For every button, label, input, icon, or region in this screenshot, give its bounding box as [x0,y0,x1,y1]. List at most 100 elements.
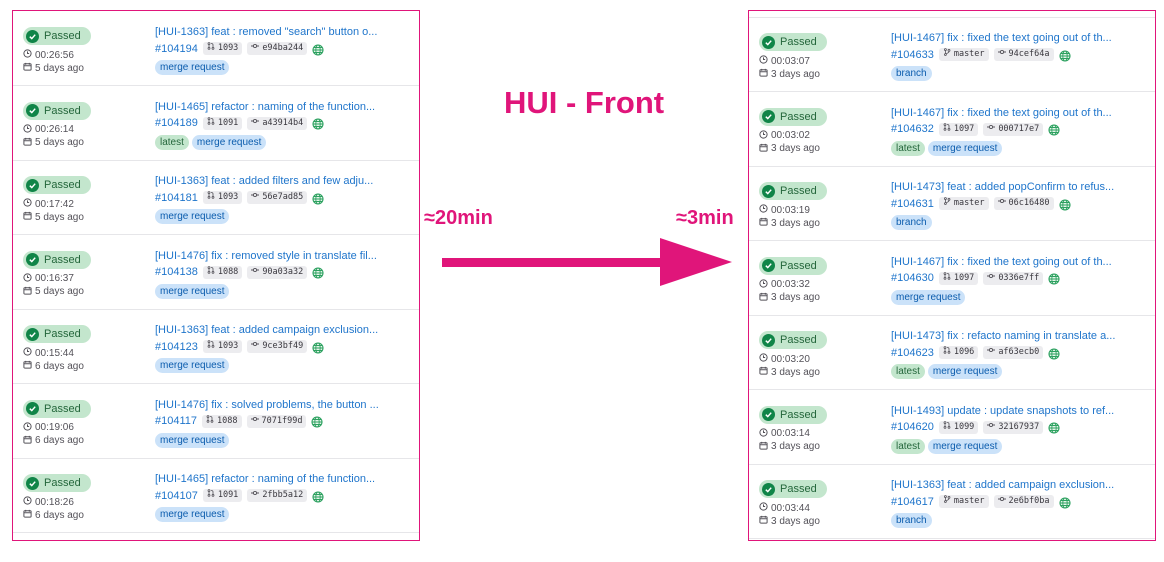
pipeline-id-link[interactable]: #104189 [155,117,198,129]
ref-chip[interactable]: 1093 [202,42,243,55]
pipeline-id-link[interactable]: #104631 [891,198,934,210]
globe-icon[interactable] [311,415,324,428]
ref-chip[interactable]: 1093 [202,191,243,204]
pipeline-info: #104107 1091 2fbb5a12 [155,489,324,503]
ref-value: 1091 [217,490,239,500]
commit-chip[interactable]: 7071f99d [246,414,307,428]
ref-chip[interactable]: master [938,48,989,61]
status-badge[interactable]: Passed [759,33,827,51]
pipeline-id-link[interactable]: #104194 [155,43,198,55]
status-badge[interactable]: Passed [759,182,827,200]
status-badge[interactable]: Passed [23,101,91,120]
status-badge[interactable]: Passed [23,176,91,194]
commit-chip[interactable]: af63ecb0 [983,346,1044,359]
pipeline-info: #104632 1097 000717e7 [891,122,1060,136]
status-label: Passed [44,179,81,191]
status-badge[interactable]: Passed [759,107,827,126]
status-badge[interactable]: Passed [759,331,827,349]
ref-value: 1088 [217,415,238,426]
status-badge[interactable]: Passed [23,27,91,45]
commit-chip[interactable]: 56e7ad85 [247,191,308,204]
ref-chip[interactable]: master [938,197,989,210]
globe-icon[interactable] [1058,49,1071,62]
commit-chip[interactable]: 94cef64a [993,48,1054,61]
duration: 00:18:26 [23,496,74,508]
pipeline-title-link[interactable]: [HUI-1363] feat : removed "search" butto… [155,26,400,38]
ref-chip[interactable]: 1099 [938,420,979,434]
ref-chip[interactable]: 1088 [202,265,243,279]
pipeline-id-link[interactable]: #104617 [891,496,934,508]
ref-chip[interactable]: 1097 [938,271,979,285]
pipeline-title-link[interactable]: [HUI-1467] fix : fixed the text going ou… [891,256,1136,268]
status-badge[interactable]: Passed [23,399,91,418]
ref-chip[interactable]: 1097 [938,122,979,136]
globe-icon[interactable] [1058,198,1071,211]
pipeline-title-link[interactable]: [HUI-1493] update : update snapshots to … [891,405,1136,417]
ref-value: 1099 [953,421,975,432]
ref-chip[interactable]: master [938,495,989,508]
duration-value: 00:03:32 [771,279,810,290]
ref-chip[interactable]: 1088 [202,414,242,428]
pipeline-tags: merge request [155,507,230,522]
created-ago: 6 days ago [23,509,84,521]
pipeline-id-link[interactable]: #104181 [155,192,198,204]
globe-icon[interactable] [312,266,324,279]
pipeline-title-link[interactable]: [HUI-1363] feat : added filters and few … [155,175,400,187]
pipeline-title-link[interactable]: [HUI-1467] fix : fixed the text going ou… [891,32,1136,44]
globe-icon[interactable] [1048,421,1060,434]
globe-icon[interactable] [312,117,324,130]
pipeline-id-link[interactable]: #104623 [891,347,934,359]
status-badge[interactable]: Passed [759,405,827,424]
globe-icon[interactable] [1048,272,1060,285]
pipeline-tags: branch [891,215,932,230]
pipeline-title-link[interactable]: [HUI-1473] fix : refacto naming in trans… [891,330,1136,342]
pipeline-title-link[interactable]: [HUI-1363] feat : added campaign exclusi… [155,324,400,336]
ref-chip[interactable]: 1096 [938,346,979,359]
status-badge[interactable]: Passed [23,250,91,269]
commit-chip[interactable]: a43914b4 [247,116,308,130]
commit-sha: 90a03a32 [262,266,304,277]
commit-chip[interactable]: 9ce3bf49 [247,340,308,353]
pipeline-title-link[interactable]: [HUI-1363] feat : added campaign exclusi… [891,479,1136,491]
commit-chip[interactable]: 2fbb5a12 [247,489,308,502]
globe-icon[interactable] [312,192,324,205]
pipeline-id-link[interactable]: #104107 [155,490,198,502]
duration: 00:03:32 [759,278,810,291]
pipeline-id-link[interactable]: #104620 [891,421,934,433]
pipeline-title-link[interactable]: [HUI-1467] fix : fixed the text going ou… [891,107,1136,119]
pipeline-id-link[interactable]: #104117 [155,415,197,427]
globe-icon[interactable] [1048,347,1060,360]
pipeline-id-link[interactable]: #104632 [891,123,934,135]
pipeline-title-link[interactable]: [HUI-1465] refactor : naming of the func… [155,101,400,113]
commit-chip[interactable]: 0336e7ff [983,271,1044,285]
commit-chip[interactable]: e94ba244 [247,42,308,55]
pipeline-id-link[interactable]: #104123 [155,341,198,353]
commit-chip[interactable]: 2e6bf0ba [993,495,1054,508]
pipeline-id-link[interactable]: #104633 [891,49,934,61]
globe-icon[interactable] [312,490,324,503]
status-badge[interactable]: Passed [759,480,827,498]
duration: 00:03:14 [759,427,810,440]
ref-chip[interactable]: 1091 [202,489,243,502]
globe-icon[interactable] [1058,496,1071,509]
pipeline-title-link[interactable]: [HUI-1473] feat : added popConfirm to re… [891,181,1136,193]
ref-chip[interactable]: 1091 [202,116,243,130]
commit-chip[interactable]: 06c16480 [993,197,1054,210]
globe-icon[interactable] [1048,123,1060,136]
pipeline-title-link[interactable]: [HUI-1476] fix : solved problems, the bu… [155,399,400,411]
pipeline-title-link[interactable]: [HUI-1465] refactor : naming of the func… [155,473,400,485]
status-badge[interactable]: Passed [23,474,91,492]
commit-chip[interactable]: 000717e7 [983,122,1044,136]
commit-chip[interactable]: 90a03a32 [247,265,308,279]
pipeline-id-link[interactable]: #104138 [155,266,198,278]
globe-icon[interactable] [312,43,324,56]
status-badge[interactable]: Passed [23,325,91,343]
globe-icon[interactable] [312,341,324,354]
pipeline-id-link[interactable]: #104630 [891,272,934,284]
commit-chip[interactable]: 32167937 [983,420,1044,434]
status-badge[interactable]: Passed [759,256,827,275]
ref-chip[interactable]: 1093 [202,340,243,353]
pipeline-title-link[interactable]: [HUI-1476] fix : removed style in transl… [155,250,400,262]
created-ago: 6 days ago [23,435,84,447]
check-circle-icon [762,482,775,496]
